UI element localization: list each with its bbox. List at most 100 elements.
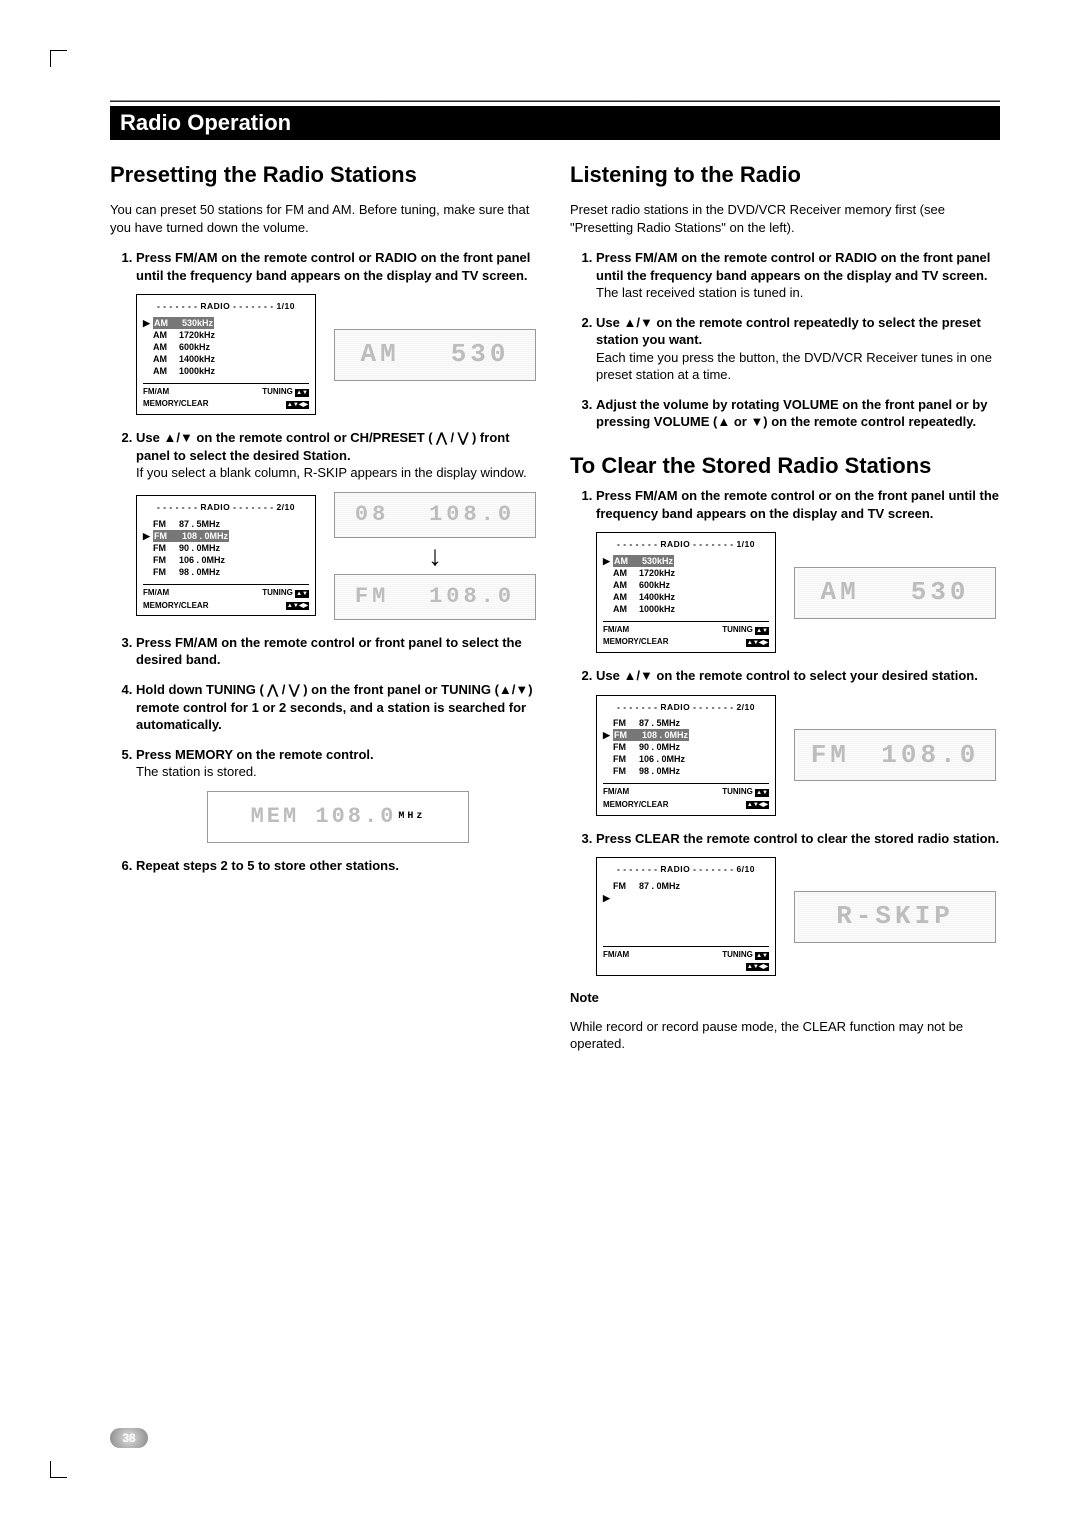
osd-band: FM bbox=[153, 518, 179, 530]
preset-heading: Presetting the Radio Stations bbox=[110, 162, 540, 188]
osd-band: FM bbox=[613, 741, 639, 753]
step-text: Press CLEAR the remote control to clear … bbox=[596, 831, 999, 846]
nav-icon: ▲▼◀▶ bbox=[746, 801, 769, 809]
updown-icon: ▲▼ bbox=[295, 590, 309, 598]
listen-step-1: Press FM/AM on the remote control or RAD… bbox=[596, 249, 1000, 302]
preset-step-3: Press FM/AM on the remote control or fro… bbox=[136, 634, 540, 669]
lcd-display: R-SKIP bbox=[794, 891, 996, 943]
osd-freq: 600kHz bbox=[179, 341, 210, 353]
osd-row: AM1400kHz bbox=[143, 353, 309, 365]
clear-steps: Press FM/AM on the remote control or on … bbox=[570, 487, 1000, 976]
clear-step-2: Use ▲/▼ on the remote control to select … bbox=[596, 667, 1000, 816]
osd-row bbox=[603, 916, 769, 928]
osd-title: - - - - - - - RADIO - - - - - - - 2/10 bbox=[603, 702, 769, 713]
page-number-badge: 38 bbox=[110, 1428, 148, 1448]
nav-icon: ▲▼◀▶ bbox=[286, 602, 309, 610]
listen-heading: Listening to the Radio bbox=[570, 162, 1000, 188]
clear-heading: To Clear the Stored Radio Stations bbox=[570, 453, 1000, 479]
osd-tuning-label: TUNING ▲▼ bbox=[722, 950, 769, 961]
preset-step-4: Hold down TUNING ( ⋀ / ⋁ ) on the front … bbox=[136, 681, 540, 734]
note-body: While record or record pause mode, the C… bbox=[570, 1018, 1000, 1053]
osd-row: FM87 . 0MHz bbox=[603, 880, 769, 892]
pointer-icon: ▶ bbox=[603, 729, 613, 741]
osd-title: - - - - - - - RADIO - - - - - - - 2/10 bbox=[143, 502, 309, 513]
step-text: Press FM/AM on the remote control or RAD… bbox=[596, 250, 990, 283]
step-text: Hold down TUNING ( ⋀ / ⋁ ) on the front … bbox=[136, 682, 533, 732]
osd-band: FM bbox=[613, 729, 641, 741]
osd-freq: 108 . 0MHz bbox=[181, 530, 229, 542]
lcd-display: AM 530 bbox=[794, 567, 996, 619]
osd-row: ▶AM530kHz bbox=[603, 555, 769, 567]
step-text: Use ▲/▼ on the remote control or CH/PRES… bbox=[136, 430, 510, 463]
osd-tuning-label: TUNING ▲▼ bbox=[722, 787, 769, 798]
step-text: Repeat steps 2 to 5 to store other stati… bbox=[136, 858, 399, 873]
osd-fmam-label: FM/AM bbox=[603, 950, 629, 961]
pointer-icon: ▶ bbox=[603, 555, 613, 567]
top-rule bbox=[110, 100, 1000, 102]
osd-row: AM1000kHz bbox=[143, 365, 309, 377]
pointer-icon: ▶ bbox=[143, 530, 153, 542]
osd-band: AM bbox=[153, 329, 179, 341]
osd-row: ▶FM108 . 0MHz bbox=[143, 530, 309, 542]
right-column: Listening to the Radio Preset radio stat… bbox=[570, 154, 1000, 1066]
pointer-icon: ▶ bbox=[603, 892, 613, 904]
osd-title: - - - - - - - RADIO - - - - - - - 1/10 bbox=[603, 539, 769, 550]
step-text: Use ▲/▼ on the remote control repeatedly… bbox=[596, 315, 981, 348]
osd-freq: 87 . 0MHz bbox=[639, 880, 680, 892]
step-subtext: Each time you press the button, the DVD/… bbox=[596, 349, 1000, 384]
osd-freq: 530kHz bbox=[181, 317, 214, 329]
manual-page: Radio Operation Presetting the Radio Sta… bbox=[0, 0, 1080, 1528]
osd-row: FM98 . 0MHz bbox=[603, 765, 769, 777]
osd-band: AM bbox=[613, 555, 641, 567]
osd-row: FM106 . 0MHz bbox=[143, 554, 309, 566]
osd-row: AM1720kHz bbox=[603, 567, 769, 579]
osd-fmam-label: FM/AM bbox=[143, 387, 169, 398]
lcd-band: AM bbox=[820, 575, 859, 610]
crop-mark-icon bbox=[50, 1461, 67, 1478]
osd-freq: 1400kHz bbox=[639, 591, 675, 603]
note-heading: Note bbox=[570, 990, 1000, 1005]
lcd-display: FM 108.0 bbox=[794, 729, 996, 781]
lcd-display: AM 530 bbox=[334, 329, 536, 381]
osd-memclear-label: MEMORY/CLEAR bbox=[143, 601, 208, 612]
osd-footer: FM/AM TUNING ▲▼ ▲▼◀▶ bbox=[603, 946, 769, 971]
osd-band: AM bbox=[613, 567, 639, 579]
osd-panel: - - - - - - - RADIO - - - - - - - 6/10FM… bbox=[596, 857, 776, 975]
osd-freq: 90 . 0MHz bbox=[639, 741, 680, 753]
osd-freq: 87 . 5MHz bbox=[639, 717, 680, 729]
lcd-freq: 530 bbox=[451, 337, 510, 372]
osd-row: ▶FM108 . 0MHz bbox=[603, 729, 769, 741]
osd-freq: 600kHz bbox=[639, 579, 670, 591]
preset-step-6: Repeat steps 2 to 5 to store other stati… bbox=[136, 857, 540, 875]
preset-step-5: Press MEMORY on the remote control. The … bbox=[136, 746, 540, 843]
section-title-bar: Radio Operation bbox=[110, 106, 1000, 140]
osd-fmam-label: FM/AM bbox=[143, 588, 169, 599]
listen-step-2: Use ▲/▼ on the remote control repeatedly… bbox=[596, 314, 1000, 384]
lcd-display: FM 108.0 bbox=[334, 574, 536, 620]
osd-footer: FM/AM TUNING ▲▼ MEMORY/CLEAR ▲▼◀▶ bbox=[143, 584, 309, 612]
nav-icon: ▲▼◀▶ bbox=[746, 963, 769, 971]
osd-band: FM bbox=[153, 554, 179, 566]
step-subtext: If you select a blank column, R-SKIP app… bbox=[136, 464, 540, 482]
osd-band: AM bbox=[613, 603, 639, 615]
osd-row: AM600kHz bbox=[143, 341, 309, 353]
osd-freq: 1720kHz bbox=[179, 329, 215, 341]
osd-row: AM600kHz bbox=[603, 579, 769, 591]
osd-band: AM bbox=[613, 579, 639, 591]
osd-fmam-label: FM/AM bbox=[603, 787, 629, 798]
osd-tuning-label: TUNING ▲▼ bbox=[262, 588, 309, 599]
osd-row: ▶ bbox=[603, 892, 769, 904]
osd-band: AM bbox=[153, 317, 181, 329]
osd-memclear-label: MEMORY/CLEAR bbox=[603, 800, 668, 811]
nav-icon: ▲▼◀▶ bbox=[746, 639, 769, 647]
arrow-down-icon: ↓ bbox=[334, 542, 536, 570]
lcd-text: R-SKIP bbox=[836, 899, 954, 934]
osd-row: AM1000kHz bbox=[603, 603, 769, 615]
osd-footer: FM/AMTUNING ▲▼MEMORY/CLEAR▲▼◀▶ bbox=[603, 621, 769, 649]
step-text: Press FM/AM on the remote control or RAD… bbox=[136, 250, 530, 283]
osd-row: FM87 . 5MHz bbox=[603, 717, 769, 729]
osd-band: AM bbox=[153, 341, 179, 353]
osd-freq: 106 . 0MHz bbox=[179, 554, 225, 566]
osd-row bbox=[603, 904, 769, 916]
osd-freq: 90 . 0MHz bbox=[179, 542, 220, 554]
